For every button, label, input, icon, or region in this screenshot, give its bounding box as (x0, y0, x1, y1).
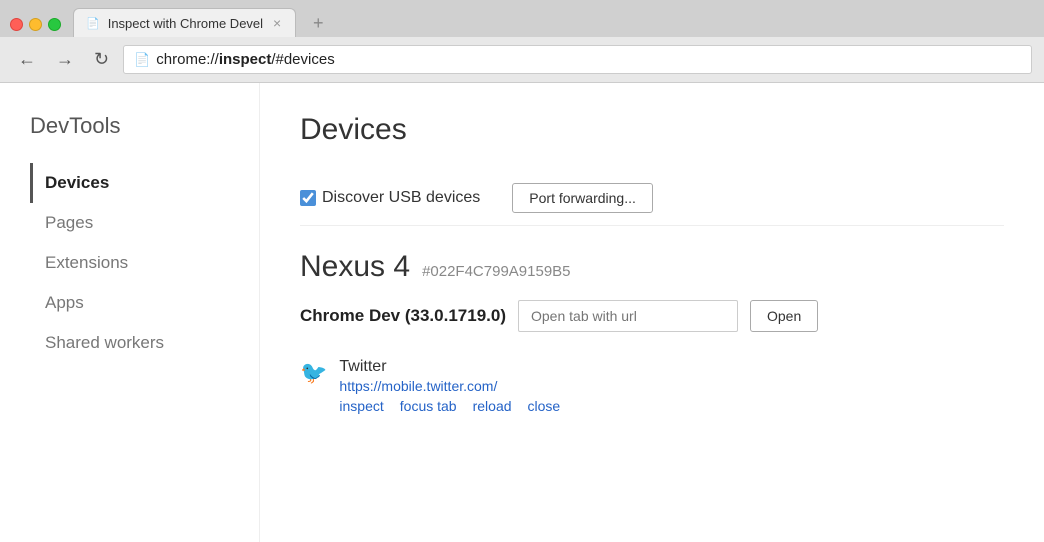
active-tab[interactable]: 📄 Inspect with Chrome Devel × (73, 8, 296, 37)
reload-button[interactable]: ↻ (88, 47, 115, 72)
discover-usb-checkbox-container[interactable]: Discover USB devices (300, 189, 480, 207)
tab-item-actions: inspect focus tab reload close (339, 398, 560, 414)
sidebar-item-devices[interactable]: Devices (30, 163, 239, 203)
reload-link[interactable]: reload (473, 398, 512, 414)
tab-item-url[interactable]: https://mobile.twitter.com/ (339, 378, 560, 394)
discover-usb-label: Discover USB devices (322, 189, 480, 207)
address-text: chrome://inspect/#devices (156, 51, 334, 68)
tab-bar: 📄 Inspect with Chrome Devel × + (73, 8, 336, 37)
device-header: Nexus 4 #022F4C799A9159B5 (300, 250, 1004, 284)
open-tab-url-input[interactable] (518, 300, 738, 332)
sidebar-title: DevTools (30, 113, 239, 139)
chrome-dev-label: Chrome Dev (33.0.1719.0) (300, 306, 506, 326)
discover-usb-checkbox[interactable] (300, 190, 316, 206)
close-window-button[interactable] (10, 18, 23, 31)
port-forwarding-button[interactable]: Port forwarding... (512, 183, 653, 213)
inspect-link[interactable]: inspect (339, 398, 383, 414)
discover-usb-section: Discover USB devices Port forwarding... (300, 171, 1004, 226)
device-id: #022F4C799A9159B5 (422, 263, 570, 280)
tab-item-title: Twitter (339, 358, 560, 376)
browser-frame: 📄 Inspect with Chrome Devel × + ← → ↻ 📄 … (0, 0, 1044, 542)
title-bar: 📄 Inspect with Chrome Devel × + (0, 0, 1044, 37)
page-title: Devices (300, 113, 1004, 147)
minimize-window-button[interactable] (29, 18, 42, 31)
device-name: Nexus 4 (300, 250, 410, 284)
sidebar-item-pages[interactable]: Pages (30, 203, 239, 243)
page-content: DevTools Devices Pages Extensions Apps S… (0, 83, 1044, 542)
back-button[interactable]: ← (12, 47, 42, 72)
tab-title: Inspect with Chrome Devel (108, 16, 263, 31)
address-bar[interactable]: 📄 chrome://inspect/#devices (123, 45, 1032, 74)
twitter-icon: 🐦 (300, 360, 327, 386)
tab-close-button[interactable]: × (271, 15, 283, 31)
address-plain: chrome:// (156, 51, 219, 68)
forward-button[interactable]: → (50, 47, 80, 72)
sidebar: DevTools Devices Pages Extensions Apps S… (0, 83, 260, 542)
nav-bar: ← → ↻ 📄 chrome://inspect/#devices (0, 37, 1044, 83)
chrome-dev-row: Chrome Dev (33.0.1719.0) Open (300, 300, 1004, 332)
tab-item: 🐦 Twitter https://mobile.twitter.com/ in… (300, 350, 1004, 422)
new-tab-button[interactable]: + (300, 9, 336, 37)
address-icon: 📄 (134, 52, 150, 68)
address-bold: inspect (219, 51, 272, 68)
open-tab-button[interactable]: Open (750, 300, 818, 332)
sidebar-item-apps[interactable]: Apps (30, 283, 239, 323)
maximize-window-button[interactable] (48, 18, 61, 31)
address-after: /#devices (271, 51, 334, 68)
sidebar-item-shared-workers[interactable]: Shared workers (30, 323, 239, 363)
traffic-lights (10, 18, 61, 37)
tab-icon: 📄 (86, 17, 100, 30)
sidebar-item-extensions[interactable]: Extensions (30, 243, 239, 283)
main-content: Devices Discover USB devices Port forwar… (260, 83, 1044, 542)
focus-tab-link[interactable]: focus tab (400, 398, 457, 414)
tab-item-info: Twitter https://mobile.twitter.com/ insp… (339, 358, 560, 414)
close-link[interactable]: close (528, 398, 561, 414)
